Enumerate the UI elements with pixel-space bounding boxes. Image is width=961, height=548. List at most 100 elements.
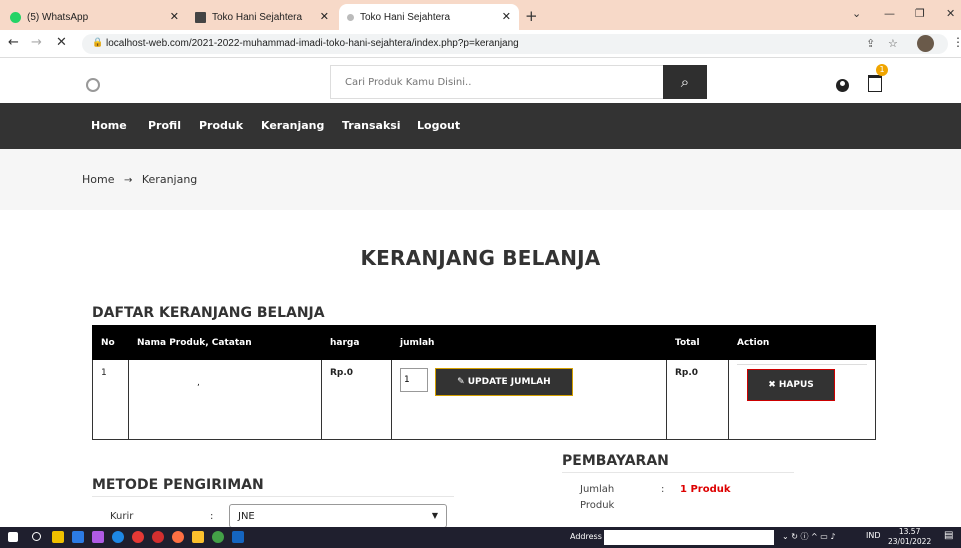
column-header: harga — [321, 325, 392, 360]
bookmark-star-icon[interactable]: ☆ — [888, 37, 898, 50]
forward-arrow-icon[interactable]: → — [31, 35, 42, 50]
breadcrumb: Home → Keranjang — [82, 173, 197, 186]
clock-time: 13.57 — [898, 527, 921, 536]
payment-qty-label: Jumlah — [580, 484, 615, 495]
tab-title: (5) WhatsApp — [27, 11, 89, 23]
breadcrumb-band: Home → Keranjang — [0, 149, 961, 210]
vscode-icon[interactable] — [72, 531, 84, 543]
cart-table: No Nama Produk, Catatan harga jumlah Tot… — [92, 325, 876, 440]
payment-qty-value: 1 Produk — [680, 484, 731, 495]
tab-toko-1[interactable]: Toko Hani Sejahtera ✕ — [187, 4, 337, 30]
chrome-icon[interactable] — [132, 531, 144, 543]
chevron-down-icon: ▼ — [431, 511, 438, 520]
courier-select[interactable]: JNE ▼ — [229, 504, 447, 528]
url-text: localhost-web.com/2021-2022-muhammad-ima… — [106, 38, 519, 49]
lock-icon: 🔒 — [92, 38, 104, 48]
divider — [737, 364, 867, 365]
column-header: Nama Produk, Catatan — [128, 325, 322, 360]
tab-search-icon[interactable]: ⌄ — [852, 7, 861, 20]
notification-icon[interactable]: ▤ — [944, 530, 953, 541]
minimize-button[interactable]: — — [884, 7, 895, 20]
breadcrumb-arrow-icon: → — [123, 175, 133, 186]
edge-icon[interactable] — [112, 531, 124, 543]
update-label: UPDATE JUMLAH — [467, 377, 551, 387]
clock[interactable]: 13.57 23/01/2022 — [888, 527, 931, 547]
page-title: KERANJANG BELANJA — [360, 246, 601, 270]
main-navigation: Home Profil Produk Keranjang Transaksi L… — [0, 103, 961, 149]
shopping-bag-icon[interactable] — [868, 75, 882, 92]
search-bar: ⌕ — [330, 65, 707, 99]
pin-app-icon[interactable] — [52, 531, 64, 543]
nav-profil[interactable]: Profil — [148, 119, 181, 132]
nav-home[interactable]: Home — [91, 119, 127, 132]
site-favicon-icon — [195, 11, 206, 23]
clock-date: 23/01/2022 — [888, 537, 932, 546]
tab-title: Toko Hani Sejahtera — [360, 11, 451, 23]
payment-qty-label-2: Produk — [580, 500, 615, 511]
cell-price: Rp.0 — [321, 359, 392, 440]
column-header: Total — [666, 325, 729, 360]
column-header: jumlah — [391, 325, 667, 360]
language-indicator[interactable]: IND — [866, 531, 881, 540]
nav-keranjang[interactable]: Keranjang — [261, 119, 324, 132]
payment-section-title: PEMBAYARAN — [562, 453, 669, 469]
visual-studio-icon[interactable] — [92, 531, 104, 543]
courier-colon: : — [210, 511, 214, 522]
url-field[interactable]: 🔒 localhost-web.com/2021-2022-muhammad-i… — [82, 34, 948, 54]
browser-tab-strip: (5) WhatsApp ✕ Toko Hani Sejahtera ✕ Tok… — [0, 0, 961, 30]
courier-selected-value: JNE — [238, 511, 255, 522]
tray-icons[interactable]: ⌄ ↻ ⓘ ^ ▭ ♪ — [782, 531, 836, 542]
cell-no: 1 — [92, 359, 129, 440]
cart-section-title: DAFTAR KERANJANG BELANJA — [92, 305, 325, 321]
close-icon[interactable]: ✕ — [320, 10, 329, 23]
opera-icon[interactable] — [152, 531, 164, 543]
browser-menu-icon[interactable]: ⋮ — [952, 35, 961, 49]
delete-button[interactable]: ✖ HAPUS — [747, 369, 835, 401]
search-button[interactable]: ⌕ — [663, 65, 707, 99]
search-icon: ⌕ — [680, 73, 690, 91]
firefox-icon[interactable] — [172, 531, 184, 543]
update-quantity-button[interactable]: ✎ UPDATE JUMLAH — [434, 368, 573, 396]
close-window-button[interactable]: ✕ — [946, 7, 955, 20]
whatsapp-icon — [10, 11, 21, 23]
divider — [92, 496, 454, 497]
site-logo[interactable] — [86, 78, 100, 92]
table-header-row: No Nama Produk, Catatan harga jumlah Tot… — [92, 325, 876, 360]
stop-loading-icon[interactable]: ✕ — [56, 35, 67, 50]
profile-avatar[interactable] — [917, 35, 934, 52]
windows-taskbar: Address ⌄ ↻ ⓘ ^ ▭ ♪ IND 13.57 23/01/2022… — [0, 527, 961, 548]
chrome-active-icon[interactable] — [212, 531, 224, 543]
nav-transaksi[interactable]: Transaksi — [342, 119, 401, 132]
divider — [562, 472, 794, 473]
cart-count-badge: 1 — [876, 64, 888, 76]
user-account-icon[interactable] — [836, 79, 849, 92]
breadcrumb-home[interactable]: Home — [82, 173, 114, 186]
column-header: Action — [728, 325, 876, 360]
courier-label: Kurir — [110, 511, 134, 522]
share-icon[interactable]: ⇪ — [866, 37, 875, 50]
nav-logout[interactable]: Logout — [417, 119, 460, 132]
cell-action: ✖ HAPUS — [728, 359, 876, 440]
loading-icon — [347, 13, 354, 21]
taskbar-address-input[interactable] — [604, 530, 774, 545]
back-arrow-icon[interactable]: ← — [8, 35, 19, 50]
file-explorer-icon[interactable] — [192, 531, 204, 543]
new-tab-button[interactable]: + — [525, 7, 538, 25]
site-header: ⌕ 1 — [0, 58, 961, 103]
close-icon[interactable]: ✕ — [170, 10, 179, 23]
breadcrumb-current: Keranjang — [141, 173, 198, 186]
restore-button[interactable]: ❐ — [915, 7, 925, 20]
quantity-input[interactable] — [400, 368, 428, 392]
delete-label: HAPUS — [778, 380, 814, 390]
shipping-section-title: METODE PENGIRIMAN — [92, 477, 264, 493]
windows-start-icon[interactable] — [8, 532, 18, 542]
tab-whatsapp[interactable]: (5) WhatsApp ✕ — [2, 4, 187, 30]
word-icon[interactable] — [232, 531, 244, 543]
taskbar-address-label: Address — [570, 532, 602, 541]
nav-produk[interactable]: Produk — [199, 119, 243, 132]
search-input[interactable] — [331, 66, 664, 98]
tab-toko-active[interactable]: Toko Hani Sejahtera ✕ — [339, 4, 519, 30]
search-icon[interactable] — [32, 532, 41, 541]
close-icon[interactable]: ✕ — [502, 10, 511, 23]
cell-total: Rp.0 — [666, 359, 729, 440]
